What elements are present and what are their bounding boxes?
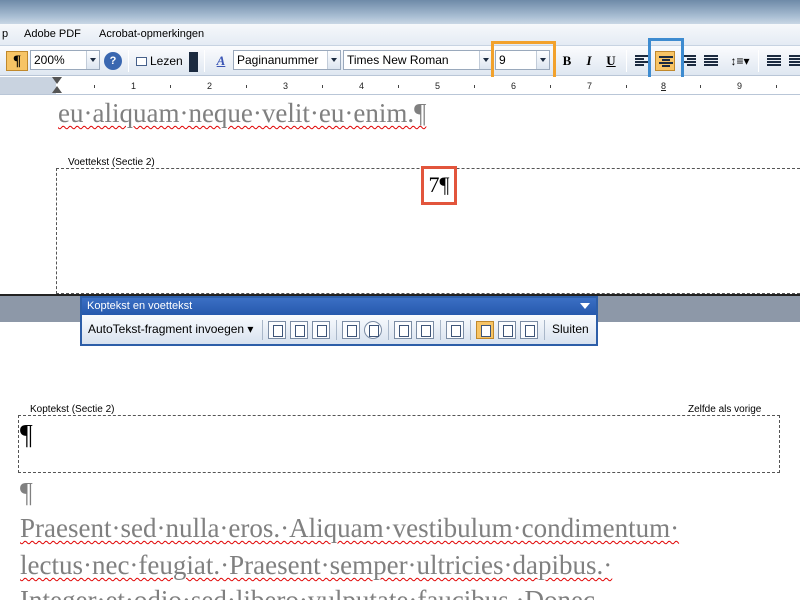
insert-page-count-icon[interactable] bbox=[290, 321, 308, 339]
align-right-icon bbox=[682, 55, 696, 67]
format-page-number-icon[interactable] bbox=[312, 321, 330, 339]
header-footer-toolbar: Koptekst en voettekst AutoTekst-fragment… bbox=[80, 296, 598, 346]
highlight-font-size bbox=[491, 41, 556, 82]
header-label: Koptekst (Sectie 2) bbox=[28, 404, 117, 415]
menu-item-acrobat-comments[interactable]: Acrobat-opmerkingen bbox=[99, 28, 204, 40]
show-next-icon[interactable] bbox=[520, 321, 538, 339]
line-spacing-icon: ↕≡▾ bbox=[730, 54, 750, 68]
window-title-bar bbox=[0, 0, 800, 24]
header-footer-toolbar-title[interactable]: Koptekst en voettekst bbox=[82, 298, 596, 315]
toolbar-separator bbox=[758, 50, 759, 72]
toolbar-separator bbox=[626, 50, 627, 72]
body-text-line[interactable]: eu·aliquam·neque·velit·eu·enim.¶ bbox=[58, 98, 426, 129]
help-icon[interactable]: ? bbox=[104, 52, 122, 70]
read-mode-button[interactable]: Lezen bbox=[134, 51, 186, 71]
same-as-previous-label: Zelfde als vorige bbox=[686, 404, 764, 415]
menu-item-help[interactable]: p bbox=[2, 28, 8, 40]
style-select[interactable]: Paginanummer bbox=[233, 50, 341, 70]
chevron-down-icon[interactable] bbox=[327, 51, 340, 69]
line-spacing-button[interactable]: ↕≡▾ bbox=[726, 51, 754, 71]
show-formatting-button[interactable]: ¶ bbox=[6, 51, 28, 71]
highlight-page-number bbox=[421, 166, 457, 205]
indent-marker-icon[interactable] bbox=[52, 77, 62, 94]
close-header-footer-button[interactable]: Sluiten bbox=[552, 322, 589, 336]
numbered-list-icon bbox=[767, 55, 781, 67]
body-text-line[interactable]: lectus·nec·feugiat.·Praesent·semper·ultr… bbox=[20, 550, 612, 581]
link-to-previous-icon[interactable] bbox=[446, 321, 464, 339]
ruler-number: 2 bbox=[207, 81, 213, 91]
ruler-number: 8 bbox=[661, 81, 667, 91]
styles-pane-icon[interactable]: A bbox=[210, 51, 232, 71]
bullets-button[interactable] bbox=[786, 51, 800, 71]
page-setup-icon[interactable] bbox=[394, 321, 412, 339]
ruler-number: 6 bbox=[511, 81, 517, 91]
ruler-number: 3 bbox=[283, 81, 289, 91]
insert-date-icon[interactable] bbox=[342, 321, 360, 339]
numbering-button[interactable] bbox=[764, 51, 784, 71]
bold-button[interactable]: B bbox=[557, 51, 577, 71]
chevron-down-icon[interactable] bbox=[86, 51, 99, 69]
header-area[interactable] bbox=[18, 415, 780, 473]
ruler-number: 1 bbox=[131, 81, 137, 91]
chevron-down-icon[interactable] bbox=[580, 303, 590, 309]
justify-icon bbox=[704, 55, 718, 67]
font-select[interactable]: Times New Roman bbox=[343, 50, 493, 70]
horizontal-ruler[interactable]: 1 2 3 4 5 6 7 8 9 bbox=[0, 77, 800, 95]
body-text-line[interactable]: Praesent·sed·nulla·eros.·Aliquam·vestibu… bbox=[20, 513, 679, 544]
underline-button[interactable]: U bbox=[601, 51, 621, 71]
paragraph-mark[interactable]: ¶ bbox=[20, 478, 33, 510]
zoom-select[interactable]: 200% bbox=[30, 50, 100, 70]
ruler-margin bbox=[0, 77, 56, 94]
show-hide-text-icon[interactable] bbox=[416, 321, 434, 339]
insert-time-icon[interactable] bbox=[364, 321, 382, 339]
ruler-number: 9 bbox=[737, 81, 743, 91]
insert-page-number-icon[interactable] bbox=[268, 321, 286, 339]
autotext-insert-button[interactable]: AutoTekst-fragment invoegen ▾ bbox=[88, 322, 253, 336]
bulleted-list-icon bbox=[789, 55, 800, 67]
align-left-icon bbox=[635, 55, 649, 67]
footer-label: Voettekst (Sectie 2) bbox=[66, 157, 157, 168]
toolbar-separator bbox=[128, 50, 129, 72]
show-previous-icon[interactable] bbox=[498, 321, 516, 339]
book-icon bbox=[136, 57, 147, 67]
menu-item-adobe-pdf[interactable]: Adobe PDF bbox=[24, 28, 81, 40]
italic-button[interactable]: I bbox=[579, 51, 599, 71]
ruler-number: 4 bbox=[359, 81, 365, 91]
ruler-number: 5 bbox=[435, 81, 441, 91]
ruler-number: 7 bbox=[587, 81, 593, 91]
toolbar-options-icon[interactable] bbox=[189, 52, 198, 72]
toolbar-separator bbox=[204, 50, 205, 72]
justify-button[interactable] bbox=[701, 51, 721, 71]
header-paragraph-mark[interactable]: ¶ bbox=[20, 420, 33, 452]
highlight-align-center bbox=[648, 38, 684, 82]
switch-header-footer-icon[interactable] bbox=[476, 321, 494, 339]
body-text-line[interactable]: Integer·et·odio·sed·libero·vulputate·fau… bbox=[20, 585, 595, 600]
